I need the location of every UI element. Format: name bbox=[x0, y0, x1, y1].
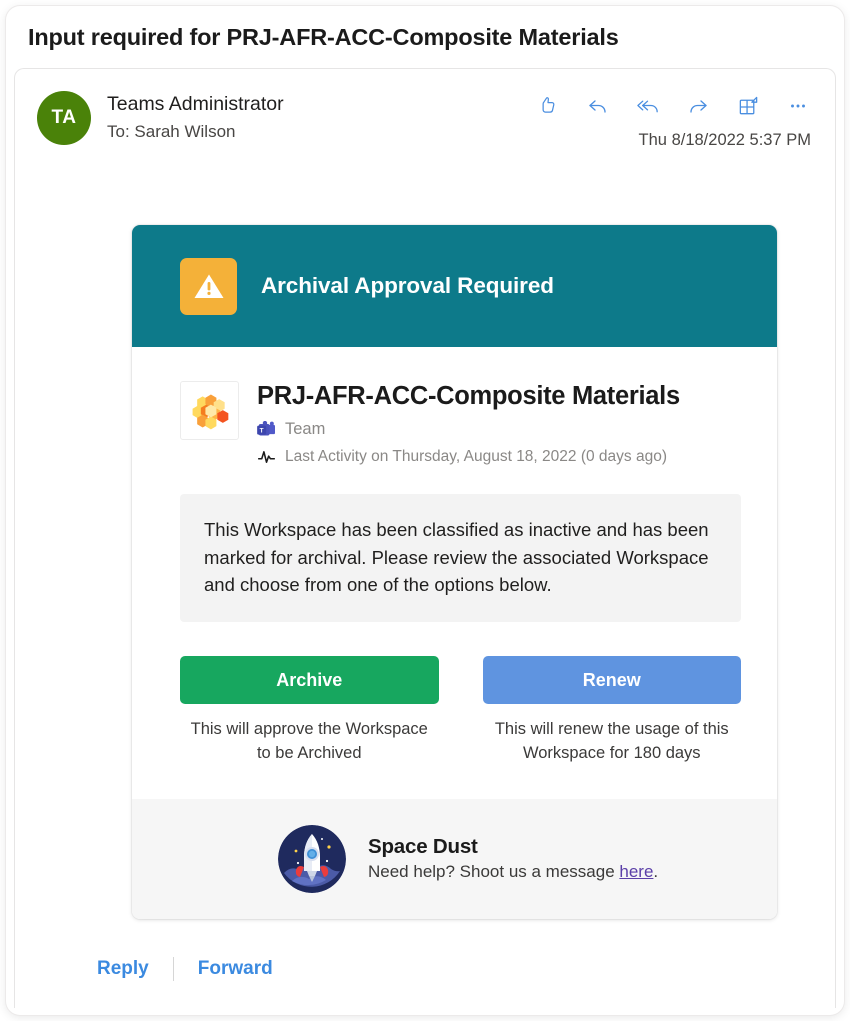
honeycomb-workspace-icon bbox=[180, 381, 239, 440]
workspace-title: PRJ-AFR-ACC-Composite Materials bbox=[257, 382, 680, 410]
renew-button[interactable]: Renew bbox=[482, 656, 741, 705]
sender-header: TA Teams Administrator To: Sarah Wilson bbox=[15, 69, 835, 149]
reply-button[interactable]: Reply bbox=[97, 958, 149, 980]
workspace-type-label: Team bbox=[285, 420, 326, 439]
svg-text:T: T bbox=[260, 428, 264, 435]
archive-action: Archive This will approve the Workspace … bbox=[180, 656, 439, 764]
workspace-text: PRJ-AFR-ACC-Composite Materials T Team L… bbox=[257, 381, 680, 466]
microsoft-teams-icon: T bbox=[257, 420, 276, 439]
forward-button[interactable]: Forward bbox=[198, 958, 273, 980]
action-buttons: Archive This will approve the Workspace … bbox=[132, 622, 777, 764]
workspace-type-row: T Team bbox=[257, 420, 680, 439]
page-title: Input required for PRJ-AFR-ACC-Composite… bbox=[28, 23, 619, 50]
sender-meta: Teams Administrator To: Sarah Wilson bbox=[107, 89, 284, 144]
avatar: TA bbox=[37, 91, 91, 145]
description-text: This Workspace has been classified as in… bbox=[204, 519, 709, 596]
activity-pulse-icon bbox=[257, 447, 276, 466]
reply-divider bbox=[172, 957, 174, 981]
help-title: Space Dust bbox=[368, 835, 478, 859]
sender-recipient: To: Sarah Wilson bbox=[107, 122, 236, 142]
archive-description: This will approve the Workspace to be Ar… bbox=[190, 720, 428, 762]
forward-icon[interactable] bbox=[685, 93, 711, 119]
reply-icon[interactable] bbox=[585, 93, 611, 119]
thumbs-up-icon[interactable] bbox=[535, 93, 561, 119]
renew-action: Renew This will renew the usage of this … bbox=[482, 656, 741, 764]
workspace-summary: PRJ-AFR-ACC-Composite Materials T Team L… bbox=[132, 347, 777, 466]
warning-triangle-icon bbox=[180, 257, 237, 315]
help-text: Space Dust Need help? Shoot us a message… bbox=[368, 835, 658, 882]
message-timestamp: Thu 8/18/2022 5:37 PM bbox=[638, 131, 811, 149]
apps-icon[interactable] bbox=[735, 93, 761, 119]
help-message-suffix: . bbox=[653, 862, 659, 882]
help-message-prefix: Need help? Shoot us a message bbox=[368, 862, 620, 882]
help-message: Need help? Shoot us a message here. bbox=[368, 862, 658, 882]
subject-bar: Input required for PRJ-AFR-ACC-Composite… bbox=[6, 6, 844, 68]
archive-button[interactable]: Archive bbox=[180, 656, 439, 705]
notification-card: Archival Approval Required PRJ-AFR-ACC-C… bbox=[132, 225, 777, 919]
workspace-activity-row: Last Activity on Thursday, August 18, 20… bbox=[257, 447, 680, 466]
help-strip: Space Dust Need help? Shoot us a message… bbox=[132, 798, 777, 919]
workspace-activity-label: Last Activity on Thursday, August 18, 20… bbox=[285, 447, 667, 465]
banner-title: Archival Approval Required bbox=[261, 273, 554, 298]
more-options-icon[interactable] bbox=[785, 93, 811, 119]
description-box: This Workspace has been classified as in… bbox=[180, 494, 741, 623]
rocket-icon bbox=[278, 824, 346, 893]
notification-banner: Archival Approval Required bbox=[132, 225, 777, 347]
help-link[interactable]: here bbox=[619, 862, 653, 881]
reply-forward-row: Reply Forward bbox=[97, 957, 273, 981]
renew-description: This will renew the usage of this Worksp… bbox=[494, 720, 729, 762]
message-card: TA Teams Administrator To: Sarah Wilson bbox=[14, 68, 836, 1008]
sender-name: Teams Administrator bbox=[107, 93, 284, 115]
reply-all-icon[interactable] bbox=[635, 93, 661, 119]
email-window: Input required for PRJ-AFR-ACC-Composite… bbox=[6, 6, 844, 1015]
header-action-bar bbox=[535, 93, 811, 119]
